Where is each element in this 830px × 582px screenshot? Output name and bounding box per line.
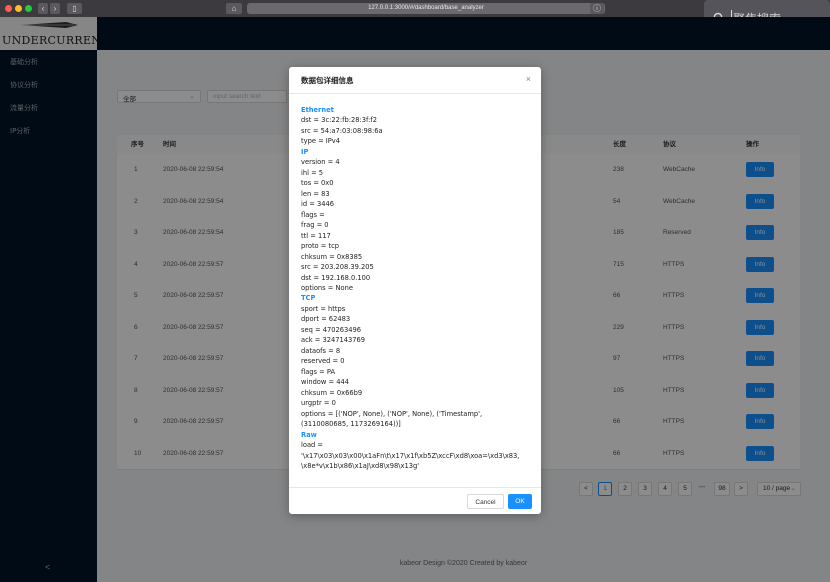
layer-heading: Ethernet [301, 106, 334, 114]
field-line: frag = 0 [301, 221, 329, 230]
field-line: len = 83 [301, 189, 330, 198]
field-line: \x8e*v\x1b\x86\x1aJ\xd8\x98\x13g' [301, 461, 420, 470]
field-line: '\x17\x03\x03\x00\x1aFn\t\x17\x1f\xb5Z\x… [301, 451, 520, 460]
field-line: dport = 62483 [301, 315, 351, 324]
field-line: chksum = 0x8385 [301, 252, 363, 261]
forward-button[interactable]: › [50, 3, 60, 14]
modal-divider [289, 487, 541, 488]
packet-detail-modal: 数据包详细信息 × Ethernet dst = 3c:22:fb:28:3f:f… [289, 67, 541, 514]
field-line: proto = tcp [301, 242, 340, 251]
field-line: options = None [301, 283, 353, 292]
field-line: dst = 192.168.0.100 [301, 273, 371, 282]
field-line: chksum = 0x66b9 [301, 388, 363, 397]
layer-heading: TCP [301, 294, 316, 303]
field-line: tos = 0x0 [301, 179, 334, 188]
field-line: ihl = 5 [301, 168, 324, 177]
field-line: options = [('NOP', None), ('NOP', None),… [301, 409, 483, 418]
field-line: version = 4 [301, 158, 340, 167]
modal-title: 数据包详细信息 [301, 76, 354, 85]
maximize-window-button[interactable] [25, 5, 32, 12]
field-line: ack = 3247143769 [301, 336, 366, 345]
home-icon[interactable]: ⌂ [226, 3, 242, 14]
url-text: 127.0.0.1:3000/#/dashboard/base_analyzer [368, 5, 484, 11]
field-line: seq = 470263496 [301, 325, 361, 334]
field-line: flags = [301, 210, 325, 219]
modal-divider [289, 93, 541, 94]
ok-button[interactable]: OK [508, 494, 532, 509]
field-line: sport = https [301, 304, 346, 313]
address-bar[interactable]: 127.0.0.1:3000/#/dashboard/base_analyzer… [247, 3, 605, 14]
field-line: id = 3446 [301, 200, 334, 209]
field-line: dst = 3c:22:fb:28:3f:f2 [301, 116, 378, 125]
field-line: urgptr = 0 [301, 399, 336, 408]
field-line: src = 203.208.39.205 [301, 263, 374, 272]
field-line: ttl = 117 [301, 231, 331, 240]
layer-heading: IP [301, 147, 309, 156]
field-line: load = [301, 441, 324, 450]
layer-heading: Raw [301, 430, 317, 439]
field-line: src = 54:a7:03:08:98:6a [301, 126, 383, 135]
cancel-button[interactable]: Cancel [467, 494, 504, 509]
close-window-button[interactable] [5, 5, 12, 12]
field-line: window = 444 [301, 378, 349, 387]
sidebar-toggle-icon[interactable]: ▯ [67, 3, 82, 14]
field-line: type = IPv4 [301, 137, 341, 146]
info-icon[interactable]: ⓘ [590, 3, 604, 14]
minimize-window-button[interactable] [15, 5, 22, 12]
close-icon[interactable]: × [526, 74, 531, 84]
field-line: (3110080685, 1173269164))] [301, 420, 401, 429]
field-line: flags = PA [301, 367, 336, 376]
back-button[interactable]: ‹ [38, 3, 48, 14]
field-line: reserved = 0 [301, 357, 345, 366]
field-line: dataofs = 8 [301, 346, 341, 355]
